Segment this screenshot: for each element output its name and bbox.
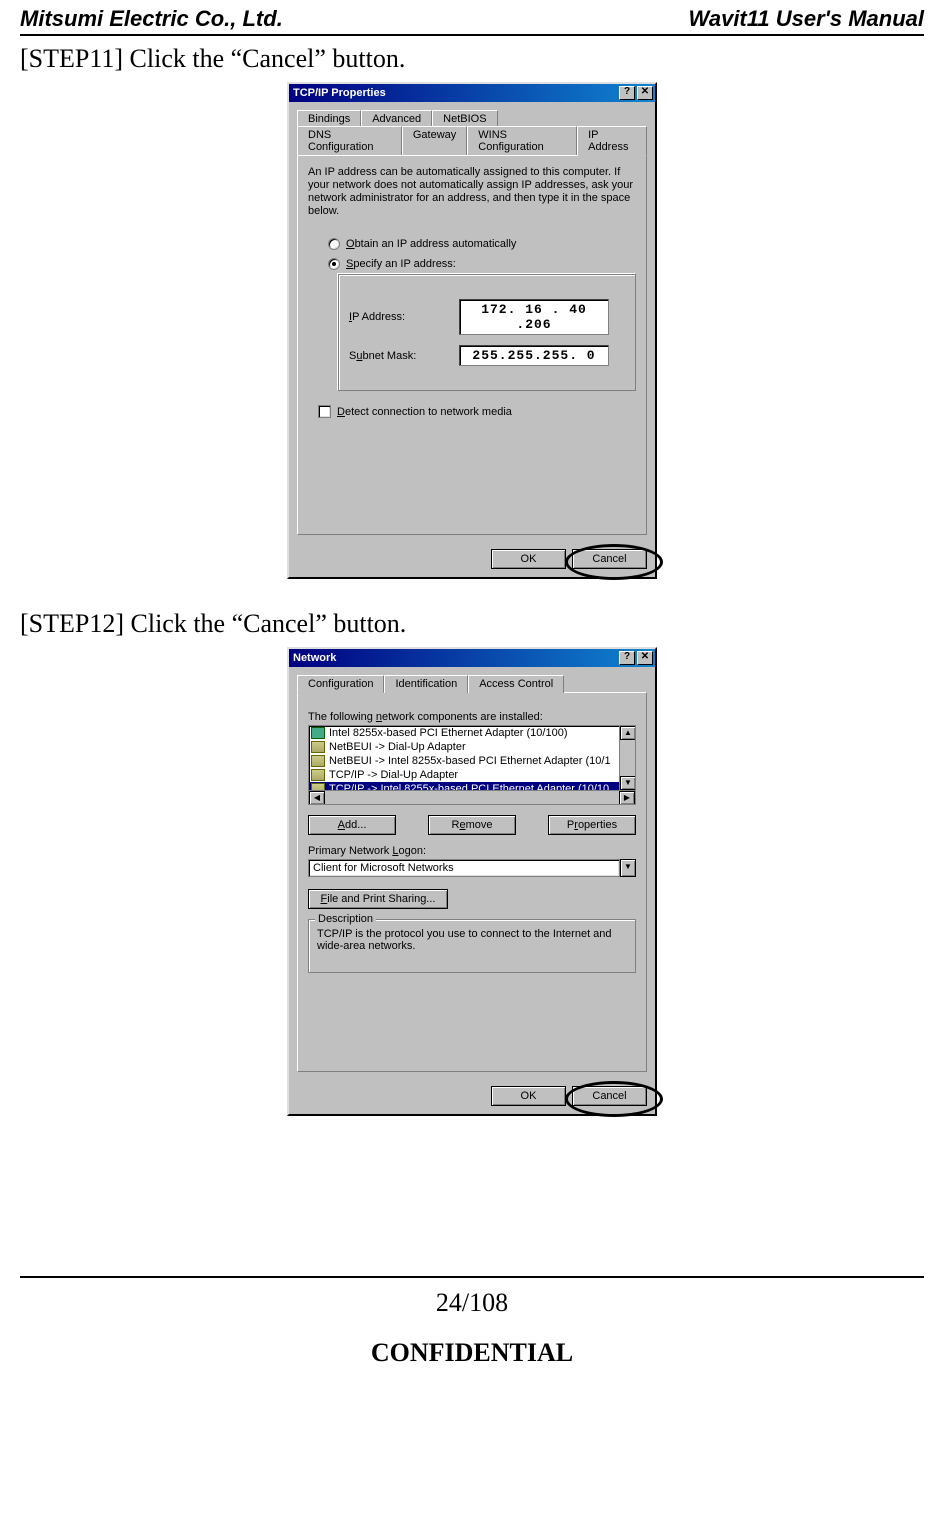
radio-label: Specify an IP address: (346, 258, 456, 270)
ok-button[interactable]: OK (491, 1086, 566, 1106)
dialog-title: TCP/IP Properties (293, 87, 386, 99)
description-text: TCP/IP is the protocol you use to connec… (317, 928, 612, 952)
ip-address-label: IP Address: (349, 311, 439, 323)
close-icon[interactable]: ✕ (637, 86, 653, 100)
components-label: The following network components are ins… (308, 711, 636, 723)
dialog-title: Network (293, 652, 336, 664)
radio-specify-ip[interactable]: Specify an IP address: (328, 258, 636, 270)
description-legend: Description (315, 913, 376, 925)
radio-label: OObtain an IP address automaticallybtain… (346, 238, 516, 250)
tab-advanced[interactable]: Advanced (361, 110, 432, 127)
scroll-down-icon[interactable]: ▼ (620, 776, 636, 790)
primary-logon-label: Primary Network Logon: (308, 845, 636, 857)
ip-groupbox: IP Address: 172. 16 . 40 .206 Subnet Mas… (338, 274, 636, 391)
protocol-icon (311, 741, 325, 753)
ip-address-input[interactable]: 172. 16 . 40 .206 (459, 299, 609, 335)
detect-media-checkbox[interactable]: Detect connection to network media (318, 405, 636, 418)
checkbox-icon (318, 405, 331, 418)
confidential-label: CONFIDENTIAL (20, 1338, 924, 1368)
step12-instruction: [STEP12] Click the “Cancel” button. (20, 609, 924, 639)
dialog-titlebar[interactable]: Network ? ✕ (289, 649, 655, 667)
list-item[interactable]: Intel 8255x-based PCI Ethernet Adapter (… (309, 726, 635, 740)
protocol-icon (311, 755, 325, 767)
tcpip-properties-dialog: TCP/IP Properties ? ✕ Bindings Advanced … (287, 82, 657, 579)
tab-dns[interactable]: DNS Configuration (297, 126, 402, 156)
combo-value: Client for Microsoft Networks (308, 859, 620, 877)
components-listbox[interactable]: Intel 8255x-based PCI Ethernet Adapter (… (308, 725, 636, 805)
page-header: Mitsumi Electric Co., Ltd. Wavit11 User'… (20, 0, 924, 36)
tab-ip-address[interactable]: IP Address (577, 126, 647, 156)
primary-logon-combo[interactable]: Client for Microsoft Networks ▼ (308, 859, 636, 877)
list-item[interactable]: NetBEUI -> Dial-Up Adapter (309, 740, 635, 754)
description-group: Description TCP/IP is the protocol you u… (308, 919, 636, 973)
header-right: Wavit11 User's Manual (688, 6, 924, 32)
list-item[interactable]: TCP/IP -> Dial-Up Adapter (309, 768, 635, 782)
subnet-mask-input[interactable]: 255.255.255. 0 (459, 345, 609, 366)
step11-instruction: [STEP11] Click the “Cancel” button. (20, 44, 924, 74)
list-item-label: NetBEUI -> Dial-Up Adapter (329, 741, 466, 753)
dialog-titlebar[interactable]: TCP/IP Properties ? ✕ (289, 84, 655, 102)
radio-icon (328, 238, 340, 250)
subnet-mask-label: Subnet Mask: (349, 350, 439, 362)
tab-bindings[interactable]: Bindings (297, 110, 361, 127)
properties-button[interactable]: Properties (548, 815, 636, 835)
list-item-label: TCP/IP -> Dial-Up Adapter (329, 769, 458, 781)
close-icon[interactable]: ✕ (637, 651, 653, 665)
radio-obtain-auto[interactable]: OObtain an IP address automaticallybtain… (328, 238, 636, 250)
info-text: An IP address can be automatically assig… (308, 166, 636, 218)
help-icon[interactable]: ? (619, 86, 635, 100)
scroll-up-icon[interactable]: ▲ (620, 726, 636, 740)
cancel-button[interactable]: Cancel (572, 1086, 647, 1106)
tab-identification[interactable]: Identification (384, 675, 468, 693)
horizontal-scrollbar[interactable]: ◀ ▶ (309, 790, 635, 804)
help-icon[interactable]: ? (619, 651, 635, 665)
footer-rule (20, 1276, 924, 1278)
page-number: 24/108 (20, 1288, 924, 1318)
add-button[interactable]: Add... (308, 815, 396, 835)
scroll-left-icon[interactable]: ◀ (309, 791, 325, 805)
ok-button[interactable]: OK (491, 549, 566, 569)
protocol-icon (311, 769, 325, 781)
radio-icon (328, 258, 340, 270)
file-print-sharing-button[interactable]: File and Print Sharing... (308, 889, 448, 909)
adapter-icon (311, 727, 325, 739)
header-left: Mitsumi Electric Co., Ltd. (20, 6, 283, 32)
tab-access-control[interactable]: Access Control (468, 675, 564, 693)
chevron-down-icon[interactable]: ▼ (620, 859, 636, 877)
list-item-label: NetBEUI -> Intel 8255x-based PCI Etherne… (329, 755, 611, 767)
scroll-right-icon[interactable]: ▶ (619, 791, 635, 805)
list-item-label: Intel 8255x-based PCI Ethernet Adapter (… (329, 727, 568, 739)
tab-gateway[interactable]: Gateway (402, 126, 467, 156)
vertical-scrollbar[interactable]: ▲ ▼ (619, 726, 635, 790)
tab-wins[interactable]: WINS Configuration (467, 126, 577, 156)
checkbox-label: Detect connection to network media (337, 406, 512, 418)
tab-netbios[interactable]: NetBIOS (432, 110, 497, 127)
network-dialog: Network ? ✕ Configuration Identification… (287, 647, 657, 1116)
remove-button[interactable]: Remove (428, 815, 516, 835)
tab-configuration[interactable]: Configuration (297, 675, 384, 693)
list-item[interactable]: NetBEUI -> Intel 8255x-based PCI Etherne… (309, 754, 635, 768)
cancel-button[interactable]: Cancel (572, 549, 647, 569)
